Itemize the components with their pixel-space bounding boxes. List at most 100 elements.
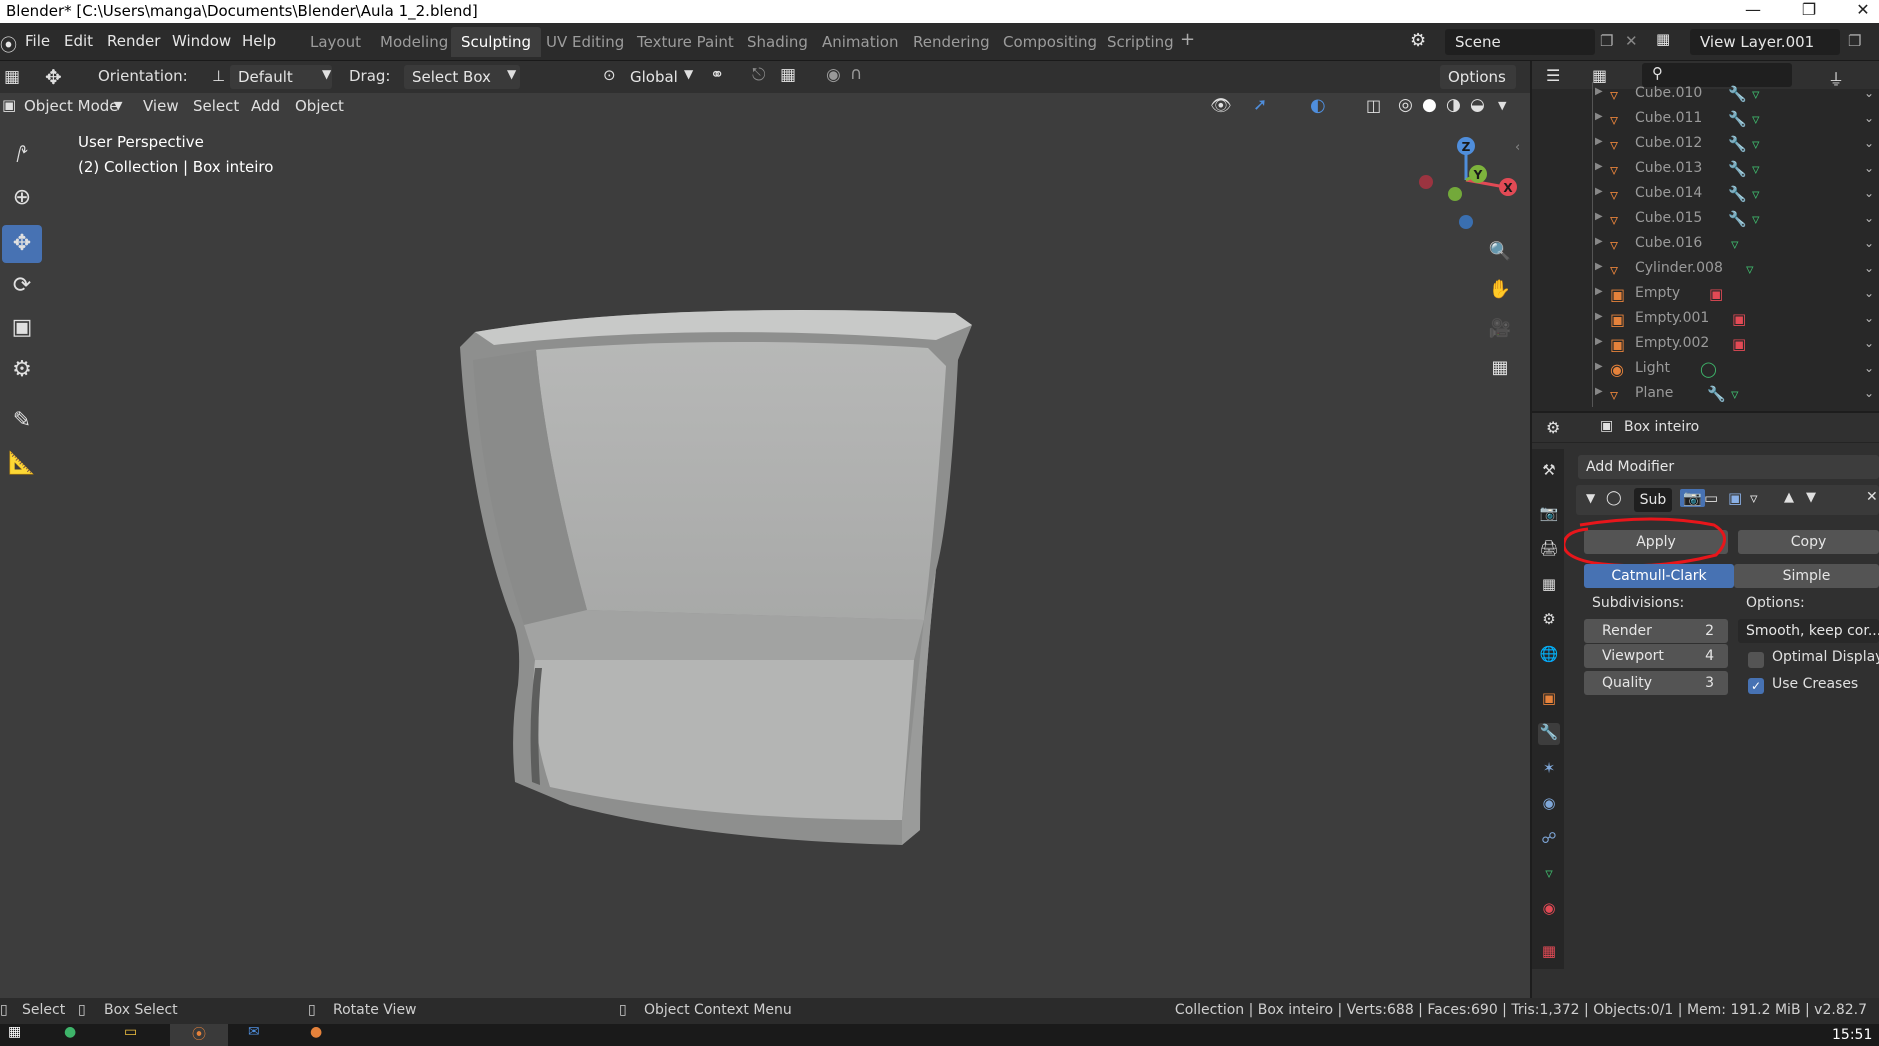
rendered-shading-icon[interactable]: ◒: [1470, 95, 1485, 115]
menu-view[interactable]: View: [143, 97, 179, 115]
scale-tool-icon[interactable]: ▣: [2, 309, 42, 347]
snap-icon[interactable]: ⎋: [752, 65, 765, 85]
expand-arrow-icon[interactable]: ▶: [1595, 186, 1603, 197]
visibility-toggle-icon[interactable]: ⌄: [1864, 286, 1874, 300]
modifier-wrench-icon[interactable]: 🔧: [1728, 185, 1747, 203]
tab-uv-editing[interactable]: UV Editing: [536, 27, 634, 57]
neg-z-axis-icon[interactable]: [1459, 215, 1473, 229]
rotate-tool-icon[interactable]: ⟳: [2, 267, 42, 305]
view-layer-icon[interactable]: ▦: [1656, 30, 1670, 48]
whatsapp-icon[interactable]: ●: [64, 1024, 76, 1040]
file-explorer-icon[interactable]: ▭: [124, 1024, 137, 1040]
xray-icon[interactable]: ◫: [1366, 96, 1381, 115]
menu-select[interactable]: Select: [193, 97, 239, 115]
modifier-wrench-icon[interactable]: 🔧: [1728, 160, 1747, 178]
modifier-wrench-icon[interactable]: 🔧: [1728, 135, 1747, 153]
tab-modeling[interactable]: Modeling: [370, 27, 458, 57]
copy-button[interactable]: Copy: [1738, 530, 1879, 554]
mesh-data-icon[interactable]: ▿: [1752, 185, 1760, 203]
visibility-toggle-icon[interactable]: ⌄: [1864, 136, 1874, 150]
mesh-data-icon[interactable]: ▿: [1746, 260, 1754, 278]
simple-button[interactable]: Simple: [1734, 564, 1879, 588]
view-layer-tab-icon[interactable]: ▦: [1538, 575, 1560, 597]
neg-y-axis-icon[interactable]: [1448, 187, 1462, 201]
visibility-toggle-icon[interactable]: ⌄: [1864, 336, 1874, 350]
ortho-grid-icon[interactable]: ▦: [1484, 352, 1516, 384]
outliner-row[interactable]: ▶ ◉ Light ◯ ⌄: [1532, 357, 1879, 382]
visibility-toggle-icon[interactable]: ⌄: [1864, 261, 1874, 275]
transform-tool-icon[interactable]: ⚙: [2, 351, 42, 389]
visibility-icon[interactable]: 👁: [1210, 96, 1232, 116]
empty-image-icon[interactable]: ▣: [1709, 285, 1723, 303]
cage-toggle-icon[interactable]: ▿: [1750, 489, 1758, 507]
visibility-toggle-icon[interactable]: ⌄: [1864, 386, 1874, 400]
outliner-row[interactable]: ▶ ▿ Plane 🔧 ▿ ⌄: [1532, 382, 1879, 407]
tab-animation[interactable]: Animation: [812, 27, 908, 57]
data-tab-icon[interactable]: ▿: [1538, 864, 1560, 886]
collapse-chevron-icon[interactable]: ▼: [1586, 491, 1595, 505]
light-data-icon[interactable]: ◯: [1700, 360, 1717, 378]
blender-taskbar-icon[interactable]: ⦿: [170, 1024, 228, 1046]
pivot-point-icon[interactable]: ⚭: [710, 65, 724, 85]
drag-dropdown[interactable]: Select Box: [404, 65, 520, 89]
move-up-icon[interactable]: ▲: [1784, 490, 1794, 505]
expand-arrow-icon[interactable]: ▶: [1595, 86, 1603, 97]
menu-render[interactable]: Render: [107, 32, 160, 50]
render-levels-field[interactable]: Render 2: [1584, 619, 1728, 643]
menu-file[interactable]: File: [25, 32, 50, 50]
tab-compositing[interactable]: Compositing: [993, 27, 1107, 57]
mail-icon[interactable]: ✉: [248, 1024, 260, 1040]
orientation-dropdown[interactable]: Default: [230, 65, 332, 89]
view-layer-new-icon[interactable]: ❐: [1848, 32, 1861, 50]
outliner-row[interactable]: ▶ ▿ Cube.014 🔧 ▿ ⌄: [1532, 182, 1879, 207]
expand-arrow-icon[interactable]: ▶: [1595, 161, 1603, 172]
modifier-tab-icon[interactable]: 🔧: [1538, 723, 1560, 745]
material-shading-icon[interactable]: ◑: [1446, 95, 1461, 115]
options-dropdown[interactable]: Options: [1440, 65, 1516, 89]
tab-rendering[interactable]: Rendering: [903, 27, 1000, 57]
texture-tab-icon[interactable]: ▦: [1538, 942, 1560, 964]
tool-tab-icon[interactable]: ⚒: [1538, 461, 1560, 483]
mesh-data-icon[interactable]: ▿: [1752, 110, 1760, 128]
move-tool-icon[interactable]: ✥: [2, 225, 42, 263]
menu-help[interactable]: Help: [242, 32, 276, 50]
empty-image-icon[interactable]: ▣: [1732, 335, 1746, 353]
expand-arrow-icon[interactable]: ▶: [1595, 261, 1603, 272]
outliner-row[interactable]: ▶ ▿ Cube.010 🔧 ▿ ⌄: [1532, 82, 1879, 107]
use-creases-checkbox[interactable]: ✓: [1748, 678, 1764, 694]
outliner-row[interactable]: ▶ ▿ Cube.012 🔧 ▿ ⌄: [1532, 132, 1879, 157]
visibility-toggle-icon[interactable]: ⌄: [1864, 236, 1874, 250]
wireframe-shading-icon[interactable]: ◎: [1398, 95, 1413, 115]
gizmo-toggle-icon[interactable]: ➚: [1253, 95, 1267, 115]
sidebar-toggle-icon[interactable]: ‹: [1515, 140, 1520, 155]
modifier-wrench-icon[interactable]: 🔧: [1728, 85, 1747, 103]
expand-arrow-icon[interactable]: ▶: [1595, 386, 1603, 397]
view-layer-field[interactable]: View Layer.001: [1690, 29, 1840, 55]
close-icon[interactable]: ✕: [1840, 0, 1879, 23]
overlays-icon[interactable]: ◐: [1310, 95, 1326, 116]
render-toggle-icon[interactable]: 📷: [1680, 489, 1705, 507]
firefox-icon[interactable]: ●: [310, 1024, 322, 1040]
expand-arrow-icon[interactable]: ▶: [1595, 286, 1603, 297]
scene-remove-icon[interactable]: ✕: [1625, 32, 1638, 50]
mesh-data-icon[interactable]: ▿: [1752, 160, 1760, 178]
scene-icon[interactable]: ⚙: [1410, 30, 1426, 51]
visibility-toggle-icon[interactable]: ⌄: [1864, 86, 1874, 100]
proportional-edit-icon[interactable]: ◉: [826, 65, 841, 85]
visibility-toggle-icon[interactable]: ⌄: [1864, 361, 1874, 375]
tab-texture-paint[interactable]: Texture Paint: [627, 27, 744, 57]
expand-arrow-icon[interactable]: ▶: [1595, 236, 1603, 247]
render-tab-icon[interactable]: 📷: [1538, 504, 1560, 526]
visibility-toggle-icon[interactable]: ⌄: [1864, 186, 1874, 200]
editor-type-icon[interactable]: ▦: [4, 67, 20, 87]
pan-hand-icon[interactable]: ✋: [1484, 274, 1516, 306]
catmull-clark-button[interactable]: Catmull-Clark: [1584, 564, 1734, 588]
expand-arrow-icon[interactable]: ▶: [1595, 211, 1603, 222]
neg-x-axis-icon[interactable]: [1419, 175, 1433, 189]
blender-logo-icon[interactable]: ⦿: [0, 31, 17, 56]
outliner-row[interactable]: ▶ ▿ Cube.015 🔧 ▿ ⌄: [1532, 207, 1879, 232]
move-down-icon[interactable]: ▼: [1806, 490, 1816, 505]
minimize-icon[interactable]: —: [1730, 0, 1776, 23]
quality-field[interactable]: Quality 3: [1584, 671, 1728, 695]
menu-object[interactable]: Object: [295, 97, 344, 115]
